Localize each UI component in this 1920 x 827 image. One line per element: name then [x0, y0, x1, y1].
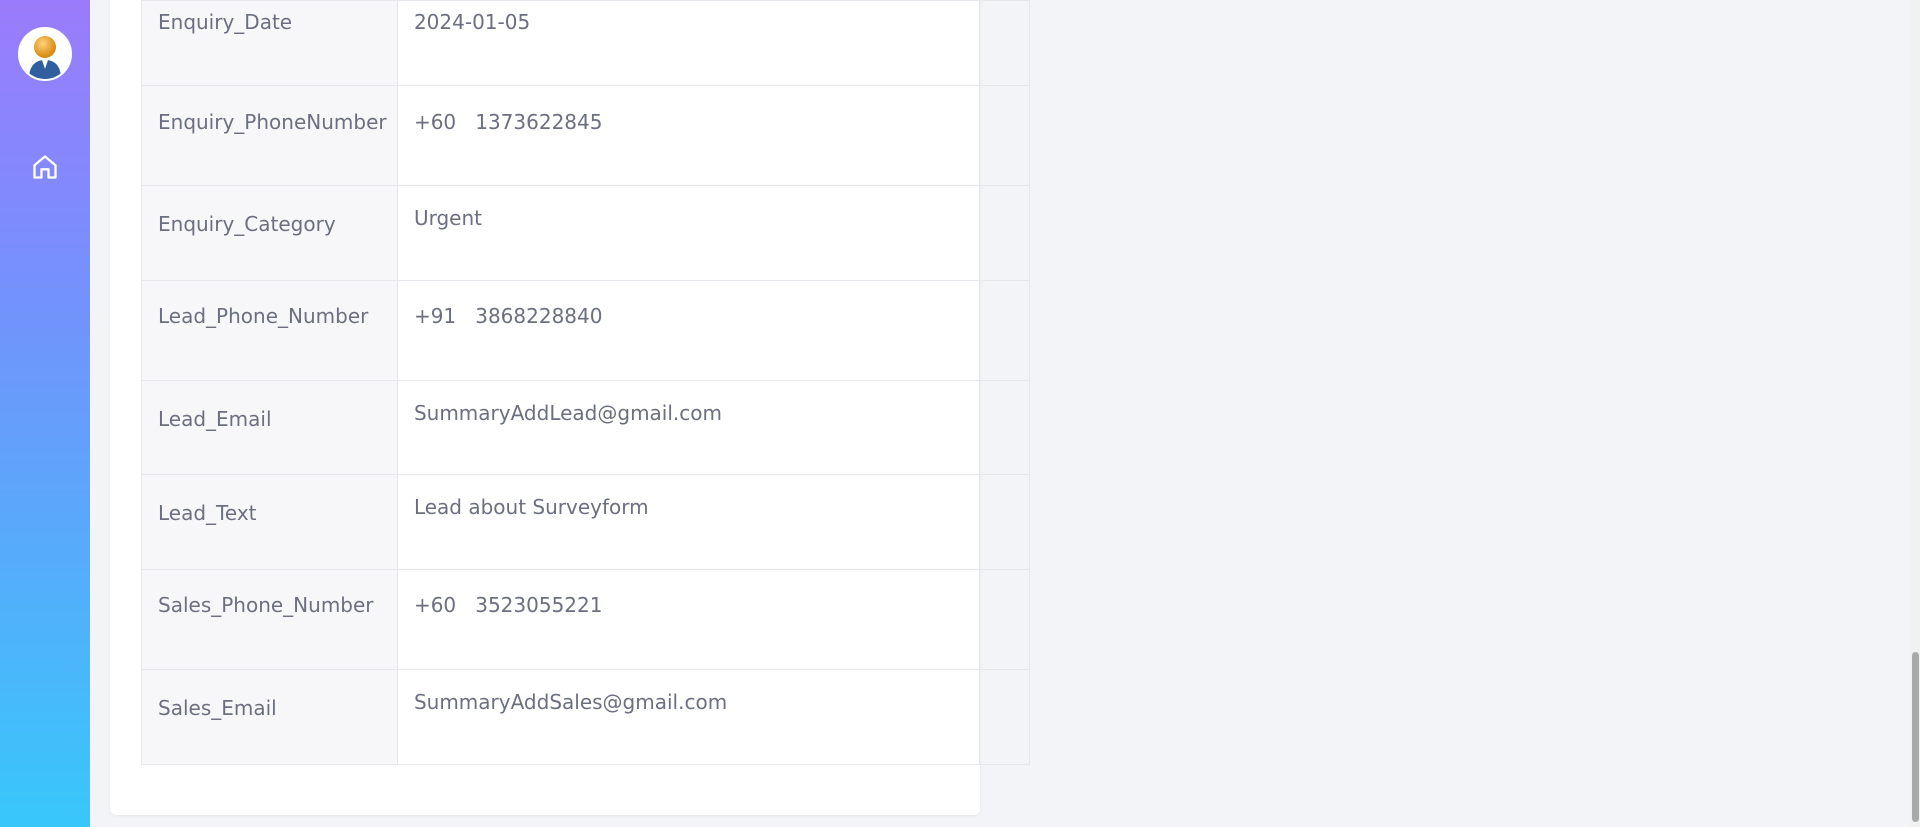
row-value-cell: Lead about Surveyform [396, 474, 981, 570]
row-spacer [979, 380, 1030, 475]
row-value: +60 3523055221 [413, 593, 603, 617]
row-label: Enquiry_PhoneNumber [158, 110, 387, 134]
row-label-cell: Enquiry_Category [141, 185, 398, 281]
details-table-wrap: Enquiry_Date 2024-01-05 Enquiry_PhoneNum… [141, 0, 1030, 765]
table-row: Sales_Phone_Number +60 3523055221 [141, 569, 1030, 670]
row-label-cell: Sales_Phone_Number [141, 569, 398, 670]
row-label-cell: Lead_Text [141, 474, 398, 570]
table-row: Enquiry_Date 2024-01-05 [141, 0, 1030, 86]
row-label-cell: Lead_Phone_Number [141, 280, 398, 381]
row-spacer [979, 85, 1030, 186]
row-value: 2024-01-05 [413, 10, 531, 34]
scrollbar-thumb[interactable] [1912, 652, 1919, 822]
row-label-cell: Sales_Email [141, 669, 398, 765]
table-row: Lead_Phone_Number +91 3868228840 [141, 280, 1030, 381]
row-value-cell: +60 3523055221 [396, 569, 981, 670]
row-value-cell: +60 1373622845 [396, 85, 981, 186]
row-spacer [979, 474, 1030, 570]
row-value: SummaryAddLead@gmail.com [413, 401, 722, 425]
row-spacer [979, 569, 1030, 670]
home-icon[interactable] [31, 153, 59, 181]
row-value-cell: +91 3868228840 [396, 280, 981, 381]
details-table: Enquiry_Date 2024-01-05 Enquiry_PhoneNum… [141, 0, 1030, 765]
row-value-cell: Urgent [396, 185, 981, 281]
row-spacer [979, 185, 1030, 281]
row-label: Enquiry_Category [158, 212, 336, 236]
row-label: Sales_Email [158, 696, 277, 720]
table-row: Lead_Text Lead about Surveyform [141, 474, 1030, 570]
table-row: Enquiry_Category Urgent [141, 185, 1030, 281]
table-row: Enquiry_PhoneNumber +60 1373622845 [141, 85, 1030, 186]
row-label: Lead_Email [158, 407, 272, 431]
row-value: Lead about Surveyform [413, 495, 649, 519]
row-value: Urgent [413, 206, 482, 230]
row-label-cell: Lead_Email [141, 380, 398, 475]
row-spacer [979, 669, 1030, 765]
row-spacer [979, 0, 1030, 86]
table-row: Lead_Email SummaryAddLead@gmail.com [141, 380, 1030, 475]
row-label: Lead_Phone_Number [158, 304, 369, 328]
row-value: SummaryAddSales@gmail.com [413, 690, 728, 714]
row-value-cell: SummaryAddSales@gmail.com [396, 669, 981, 765]
row-label-cell: Enquiry_Date [141, 0, 398, 86]
row-value: +91 3868228840 [413, 304, 603, 328]
row-value-cell: SummaryAddLead@gmail.com [396, 380, 981, 475]
row-value: +60 1373622845 [413, 110, 603, 134]
row-spacer [979, 280, 1030, 381]
row-label-cell: Enquiry_PhoneNumber [141, 85, 398, 186]
row-label: Lead_Text [158, 501, 257, 525]
user-avatar-icon[interactable] [18, 27, 72, 81]
table-row: Sales_Email SummaryAddSales@gmail.com [141, 669, 1030, 765]
row-label: Enquiry_Date [158, 10, 293, 34]
sidebar [0, 0, 90, 827]
row-label: Sales_Phone_Number [158, 593, 374, 617]
row-value-cell: 2024-01-05 [396, 0, 981, 86]
